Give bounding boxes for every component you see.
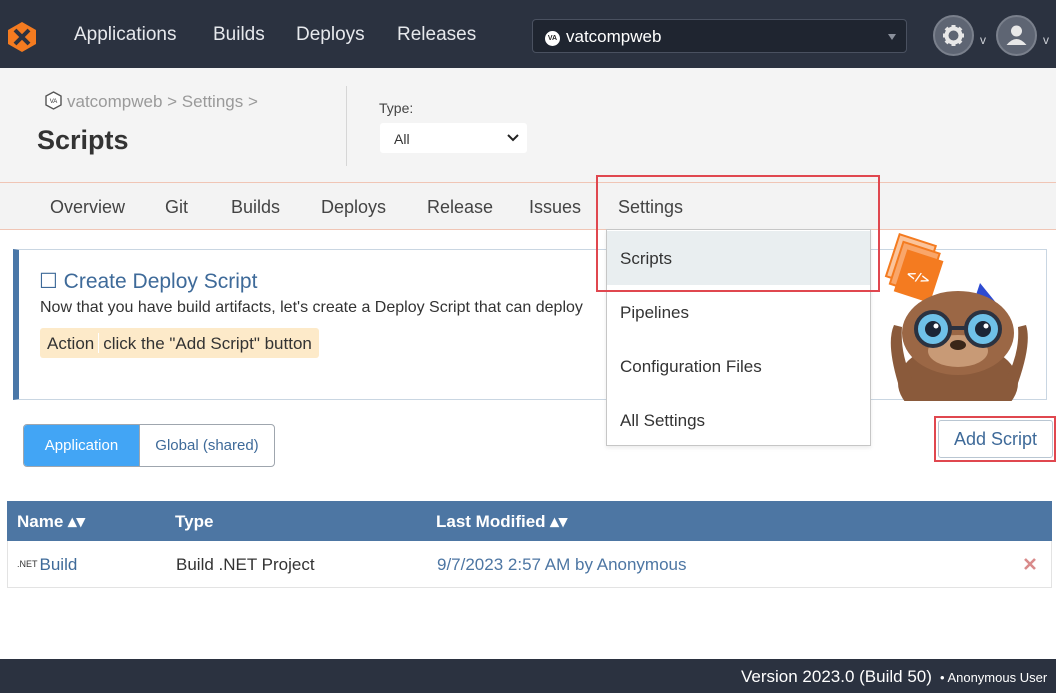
user-caret-icon: v	[1043, 33, 1049, 47]
settings-menu-button[interactable]	[933, 15, 974, 56]
scope-global-button[interactable]: Global (shared)	[139, 425, 274, 466]
nav-applications[interactable]: Applications	[74, 24, 176, 46]
column-header-name[interactable]: Name ▴▾	[17, 512, 85, 532]
gear-icon	[943, 25, 964, 46]
user-menu-button[interactable]	[996, 15, 1037, 56]
type-filter-label: Type:	[379, 100, 414, 116]
footer: Version 2023.0 (Build 50) • Anonymous Us…	[0, 659, 1056, 693]
nav-deploys[interactable]: Deploys	[296, 24, 365, 46]
footer-user: • Anonymous User	[940, 670, 1048, 685]
tab-git[interactable]: Git	[165, 197, 188, 218]
tab-deploys[interactable]: Deploys	[321, 197, 386, 218]
action-separator	[98, 333, 100, 353]
application-selector-value: vatcompweb	[566, 27, 662, 46]
menu-item-all-settings[interactable]: All Settings	[607, 393, 870, 447]
scripts-table-header: Name ▴▾ Type Last Modified ▴▾	[7, 501, 1052, 541]
breadcrumb-text[interactable]: vatcompweb > Settings >	[67, 92, 258, 111]
type-filter-select[interactable]: All	[380, 123, 527, 153]
breadcrumb: VA vatcompweb > Settings >	[44, 91, 258, 112]
dotnet-icon: .NET	[17, 559, 38, 569]
menu-item-pipelines[interactable]: Pipelines	[607, 285, 870, 339]
user-icon	[1006, 25, 1027, 45]
settings-caret-icon: v	[980, 33, 986, 47]
delete-icon[interactable]	[1023, 557, 1037, 571]
menu-item-configuration-files[interactable]: Configuration Files	[607, 339, 870, 393]
script-type-cell: Build .NET Project	[176, 555, 315, 574]
nav-releases[interactable]: Releases	[397, 24, 476, 46]
callout-description: Now that you have build artifacts, let's…	[40, 299, 583, 316]
app-tabs: Overview Git Builds Deploys Release Issu…	[0, 182, 1056, 230]
add-script-highlight-box	[934, 416, 1056, 462]
otter-mascot-icon: </>	[884, 233, 1028, 401]
app-badge-icon: VA	[545, 31, 560, 46]
header-divider	[346, 86, 347, 166]
app-badge-icon: VA	[45, 91, 62, 110]
table-row: .NET Build Build .NET Project 9/7/2023 2:…	[7, 541, 1052, 588]
tab-issues[interactable]: Issues	[529, 197, 581, 218]
scope-application-button[interactable]: Application	[24, 425, 139, 466]
tab-builds[interactable]: Builds	[231, 197, 280, 218]
script-name-cell: .NET Build	[17, 555, 77, 575]
action-hint: Action click the "Add Script" button	[40, 328, 319, 358]
nav-builds[interactable]: Builds	[213, 24, 265, 46]
tab-release[interactable]: Release	[427, 197, 493, 218]
column-header-type: Type	[175, 512, 214, 531]
action-text: click the "Add Script" button	[103, 334, 312, 353]
callout-title[interactable]: ☐ Create Deploy Script	[39, 269, 257, 294]
top-navbar: Applications Builds Deploys Releases VA …	[0, 0, 1056, 68]
scope-toggle: Application Global (shared)	[23, 424, 275, 467]
tab-overview[interactable]: Overview	[50, 197, 125, 218]
script-name-link[interactable]: Build	[40, 555, 78, 574]
column-header-last-modified[interactable]: Last Modified ▴▾	[436, 512, 567, 532]
application-selector[interactable]: VA vatcompweb	[532, 19, 907, 53]
version-text: Version 2023.0 (Build 50)	[741, 667, 932, 686]
logo-icon[interactable]	[7, 21, 37, 53]
caret-down-icon	[888, 34, 896, 40]
chevron-down-icon	[507, 134, 519, 142]
action-label: Action	[47, 334, 95, 353]
script-modified-cell: 9/7/2023 2:57 AM by Anonymous	[437, 555, 687, 574]
svg-text:VA: VA	[50, 99, 58, 105]
settings-highlight-box	[596, 175, 880, 292]
page-title: Scripts	[37, 125, 129, 155]
page-header: VA vatcompweb > Settings > Scripts Type:…	[0, 68, 1056, 182]
type-filter-value: All	[394, 131, 410, 147]
